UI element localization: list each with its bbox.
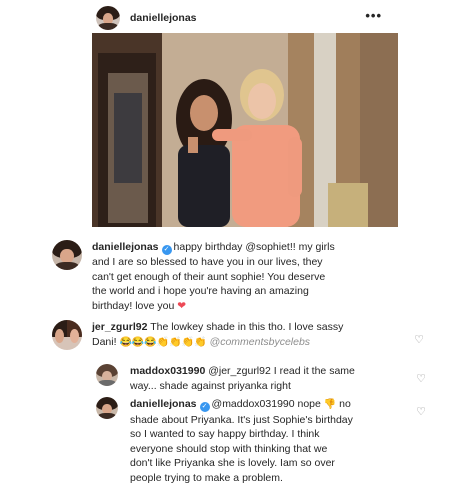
comment-line: @jer_zgurl92 I read it the same <box>208 365 355 377</box>
reply-comment: maddox031990 @jer_zgurl92 I read it the … <box>96 364 426 396</box>
like-heart-icon[interactable]: ♡ <box>414 333 424 346</box>
comment-line: birthday! love you <box>92 299 175 312</box>
comment-line: can't get enough of their aunt sophie! Y… <box>92 270 326 283</box>
comment-line: Dani! <box>92 335 117 348</box>
comment-line: people trying to make a problem. <box>130 471 283 483</box>
verified-badge-icon: ✓ <box>161 245 172 255</box>
more-options-icon[interactable]: ••• <box>365 9 382 22</box>
reply-comment: daniellejonas ✓ @maddox031990 nope 👎 no sh… <box>96 397 426 483</box>
comment-line: so I wanted to say happy birthday. I thi… <box>130 428 320 440</box>
heart-icon: ❤ <box>177 299 187 312</box>
post-username[interactable]: daniellejonas <box>130 12 197 24</box>
comment-line: no <box>339 398 351 410</box>
avatar[interactable] <box>96 6 120 30</box>
avatar[interactable] <box>52 320 82 350</box>
comment-line: and I are so blessed to have you in our … <box>92 256 323 268</box>
avatar[interactable] <box>96 397 118 419</box>
comment: jer_zgurl92 The lowkey shade in this tho… <box>52 320 424 354</box>
comment-line: way... shade against priyanka right <box>130 379 291 392</box>
avatar[interactable] <box>52 240 82 270</box>
like-heart-icon[interactable]: ♡ <box>416 372 426 385</box>
avatar[interactable] <box>96 364 118 386</box>
post-photo[interactable] <box>92 33 398 227</box>
like-heart-icon[interactable]: ♡ <box>416 405 426 418</box>
comment-text: maddox031990 @jer_zgurl92 I read it the … <box>130 364 355 393</box>
comment-username[interactable]: jer_zgurl92 <box>92 321 147 333</box>
comment-line: the world and i hope you're having an am… <box>92 285 309 297</box>
comment-text: daniellejonas ✓ happy birthday @sophiet!! … <box>92 240 335 313</box>
comment-line: @maddox031990 nope <box>211 398 321 410</box>
caption-comment: daniellejonas ✓ happy birthday @sophiet!! … <box>52 240 424 314</box>
thumbs-down-icon: 👎 <box>323 399 337 410</box>
comment-line: happy birthday @sophiet!! my girls <box>173 241 335 253</box>
comment-line: don't like Priyanka she is lovely. Iam s… <box>130 457 335 469</box>
comment-line: shade about Priyanka. It's just Sophie's… <box>130 413 353 426</box>
comment-username[interactable]: daniellejonas <box>92 241 159 253</box>
comment-username[interactable]: maddox031990 <box>130 365 205 377</box>
watermark: @commentsbycelebs <box>209 335 311 348</box>
photo-illustration <box>92 33 398 227</box>
comment-text: daniellejonas ✓ @maddox031990 nope 👎 no sh… <box>130 397 353 483</box>
comment-text: jer_zgurl92 The lowkey shade in this tho… <box>92 320 343 350</box>
emoji-sequence: 😂😂😂👏👏👏👏 <box>119 336 207 348</box>
comment-line: everyone should stop with thinking that … <box>130 442 328 455</box>
comment-line: The lowkey shade in this tho. I love sas… <box>150 321 344 333</box>
comment-username[interactable]: daniellejonas <box>130 398 197 410</box>
verified-badge-icon: ✓ <box>199 402 210 412</box>
post-header: daniellejonas ••• <box>96 4 396 32</box>
